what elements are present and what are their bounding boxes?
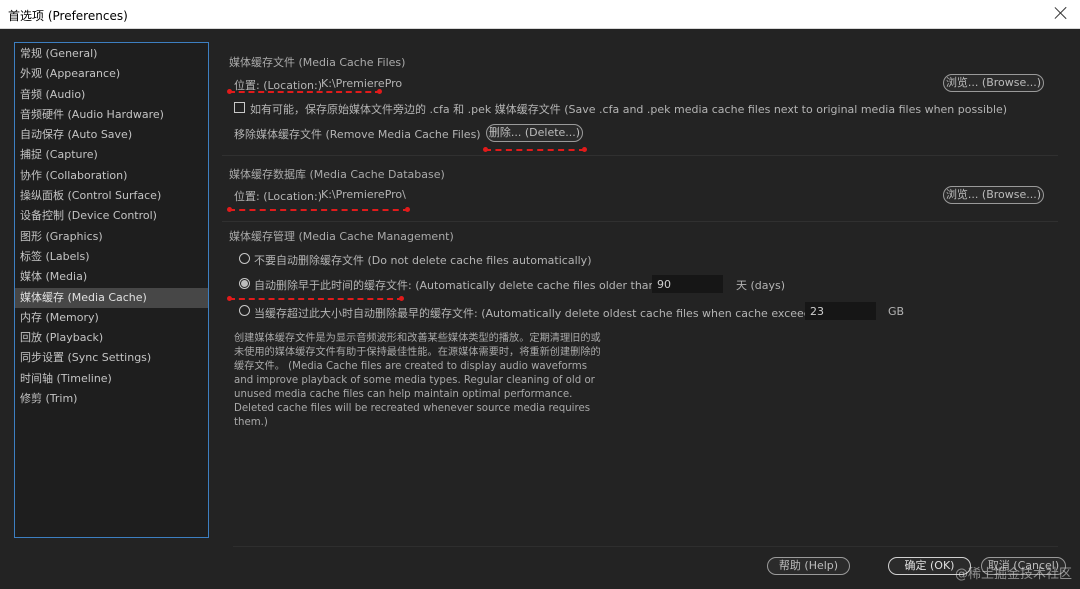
annotation-dot (405, 207, 410, 212)
annotation-dot (227, 89, 232, 94)
sidebar-item[interactable]: 设备控制 (Device Control) (15, 206, 208, 226)
sidebar-item[interactable]: 修剪 (Trim) (15, 389, 208, 409)
annotation-dash-files-location (229, 91, 381, 93)
sidebar-item[interactable]: 操纵面板 (Control Surface) (15, 186, 208, 206)
annotation-dot (377, 89, 382, 94)
annotation-dash-management (229, 298, 403, 300)
sidebar-item[interactable]: 内存 (Memory) (15, 308, 208, 328)
section-divider (222, 155, 1058, 156)
remove-cache-label: 移除媒体缓存文件 (Remove Media Cache Files) (234, 128, 481, 141)
database-location-label: 位置: (Location:) (234, 190, 323, 203)
annotation-dot (582, 147, 587, 152)
sidebar-item[interactable]: 自动保存 (Auto Save) (15, 125, 208, 145)
footer-divider (233, 546, 1058, 547)
save-next-to-originals-label: 如有可能，保存原始媒体文件旁边的 .cfa 和 .pek 媒体缓存文件 (Sav… (250, 103, 1008, 116)
annotation-dot (227, 207, 232, 212)
window-title: 首选项 (Preferences) (8, 9, 128, 23)
annotation-dash-database-location (229, 209, 409, 211)
section-divider (222, 221, 1058, 222)
no-auto-delete-label: 不要自动删除缓存文件 (Do not delete cache files au… (254, 254, 592, 267)
sidebar-item[interactable]: 同步设置 (Sync Settings) (15, 348, 208, 368)
sidebar-item[interactable]: 时间轴 (Timeline) (15, 369, 208, 389)
delete-exceeds-radio[interactable] (239, 305, 250, 316)
delete-older-label: 自动删除早于此时间的缓存文件: (Automatically delete ca… (254, 279, 664, 292)
annotation-dot (399, 296, 404, 301)
database-browse-button[interactable]: 浏览... (Browse...) (943, 186, 1044, 204)
delete-button[interactable]: 删除... (Delete...) (486, 124, 583, 142)
sidebar-item[interactable]: 音频硬件 (Audio Hardware) (15, 105, 208, 125)
delete-exceeds-label: 当缓存超过此大小时自动删除最早的缓存文件: (Automatically del… (254, 307, 825, 320)
sidebar-item[interactable]: 常规 (General) (15, 44, 208, 64)
annotation-dot (227, 296, 232, 301)
sidebar-item[interactable]: 图形 (Graphics) (15, 227, 208, 247)
sidebar-item[interactable]: 回放 (Playback) (15, 328, 208, 348)
sidebar-item[interactable]: 标签 (Labels) (15, 247, 208, 267)
sidebar-item[interactable]: 捕捉 (Capture) (15, 145, 208, 165)
files-browse-button[interactable]: 浏览... (Browse...) (943, 74, 1044, 92)
close-icon[interactable] (1052, 4, 1070, 22)
media-cache-files-header: 媒体缓存文件 (Media Cache Files) (229, 56, 406, 69)
no-auto-delete-radio[interactable] (239, 253, 250, 264)
annotation-dash-delete (485, 149, 585, 151)
title-bar: 首选项 (Preferences) (0, 0, 1080, 29)
sidebar-item[interactable]: 音频 (Audio) (15, 85, 208, 105)
database-location-value: K:\PremierePro\ (321, 188, 406, 201)
sidebar-item[interactable]: 媒体 (Media) (15, 267, 208, 287)
help-button[interactable]: 帮助 (Help) (767, 557, 850, 575)
days-unit-label: 天 (days) (736, 279, 786, 292)
save-next-to-originals-checkbox[interactable] (234, 102, 245, 113)
category-list[interactable]: 常规 (General) 外观 (Appearance) 音频 (Audio) 音频硬… (14, 42, 209, 538)
sidebar-item[interactable]: 协作 (Collaboration) (15, 166, 208, 186)
media-cache-database-header: 媒体缓存数据库 (Media Cache Database) (229, 168, 445, 181)
delete-older-radio[interactable] (239, 278, 250, 289)
older-days-input[interactable] (652, 275, 723, 293)
media-cache-management-header: 媒体缓存管理 (Media Cache Management) (229, 230, 454, 243)
media-cache-description: 创建媒体缓存文件是为显示音频波形和改善某些媒体类型的播放。定期清理旧的或未使用的… (234, 333, 601, 428)
sidebar-item[interactable]: 外观 (Appearance) (15, 64, 208, 84)
files-location-value: K:\PremierePro (321, 77, 403, 90)
annotation-dot (483, 147, 488, 152)
exceeds-size-input[interactable] (805, 302, 876, 320)
sidebar-item[interactable]: 媒体缓存 (Media Cache) (15, 287, 208, 308)
gb-unit-label: GB (888, 305, 905, 318)
watermark: @稀土掘金技术社区 (954, 567, 1072, 582)
